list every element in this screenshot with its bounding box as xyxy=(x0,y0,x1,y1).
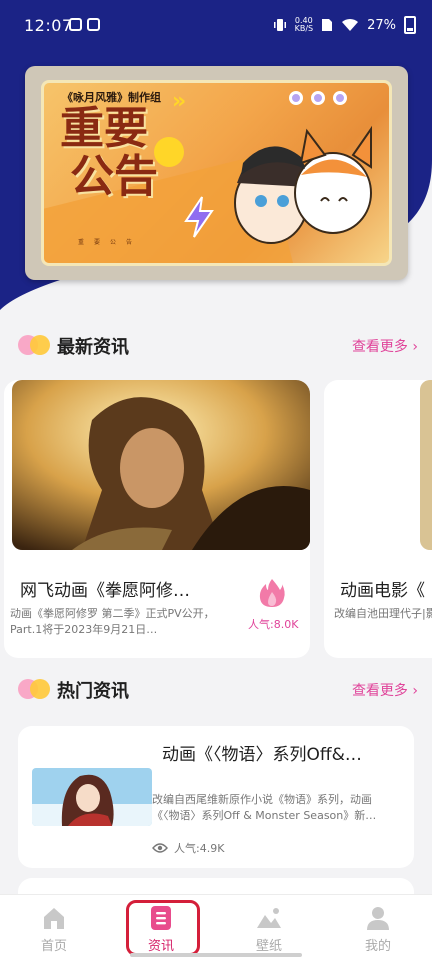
net-speed: 0.40 KB/S xyxy=(295,17,314,33)
section-title: 热门资讯 xyxy=(57,681,129,702)
status-bar: 12:07 0.40 KB/S 27% xyxy=(0,0,432,50)
anime-thumbnail-image xyxy=(32,768,152,826)
news-card-title: 动画电影《 xyxy=(340,581,425,601)
tab-wallpaper[interactable]: 壁纸 xyxy=(234,905,304,954)
hot-news-title: 动画《〈物语〉系列Off&… xyxy=(162,745,362,765)
battery-icon xyxy=(404,16,416,34)
app-screen: 12:07 0.40 KB/S 27% 《咏月风雅》制作组 » 重要 公告 重要… xyxy=(0,0,432,964)
tab-home-label: 首页 xyxy=(40,939,67,954)
banner-title: 重要 公告 xyxy=(60,105,158,201)
banner-artwork: 《咏月风雅》制作组 » 重要 公告 重要公告 xyxy=(41,80,392,266)
announcement-banner[interactable]: 《咏月风雅》制作组 » 重要 公告 重要公告 xyxy=(25,66,408,280)
status-time: 12:07 xyxy=(24,16,73,35)
news-card-desc: 动画《拳愿阿修罗 第二季》正式PV公开， Part.1将于2023年9月21日… xyxy=(10,607,215,636)
latest-see-more-link[interactable]: 查看更多 xyxy=(352,336,418,356)
tab-wallpaper-label: 壁纸 xyxy=(255,939,282,954)
banner-title-line1: 重要 xyxy=(60,103,148,154)
hot-news-views-count: 人气:4.9K xyxy=(174,842,225,855)
hot-news-header: 热门资讯 查看更多 xyxy=(18,674,418,704)
news-card[interactable]: 动画电影《 改编自池田理代子|影《凡尔赛玫瑰》将 xyxy=(324,380,432,658)
hot-news-thumbnail xyxy=(32,768,152,826)
wallpaper-icon xyxy=(257,908,281,928)
news-card-image xyxy=(420,380,432,550)
battery-percent: 27% xyxy=(367,17,396,33)
vibrate-icon xyxy=(273,19,286,31)
hot-news-desc: 改编自西尾维新原作小说《物语》系列，动画《〈物语〉系列Off & Monster… xyxy=(152,793,377,822)
banner-title-line2: 公告 xyxy=(70,151,158,202)
sim-icon xyxy=(322,19,333,31)
news-card-title: 网飞动画《拳愿阿修… xyxy=(20,581,190,601)
profile-icon xyxy=(367,907,389,930)
popularity-indicator: 人气:8.0K xyxy=(248,578,299,632)
news-card-desc: 改编自池田理代子|影《凡尔赛玫瑰》将 xyxy=(334,607,432,620)
double-arrow-icon: » xyxy=(172,89,187,114)
mail-app-icon xyxy=(87,18,100,31)
section-title: 最新资讯 xyxy=(57,337,129,358)
section-dots-icon xyxy=(18,679,52,699)
flame-icon xyxy=(259,579,285,607)
mascot-characters xyxy=(234,125,372,244)
hot-see-more-link[interactable]: 查看更多 xyxy=(352,680,418,700)
net-speed-unit: KB/S xyxy=(294,24,314,33)
news-card[interactable]: 网飞动画《拳愿阿修… 动画《拳愿阿修罗 第二季》正式PV公开， Part.1将于… xyxy=(4,380,310,658)
banner-dots xyxy=(289,91,347,105)
home-icon xyxy=(44,908,64,929)
lightning-icon xyxy=(184,196,214,238)
status-right: 0.40 KB/S 27% xyxy=(273,16,416,34)
tab-profile[interactable]: 我的 xyxy=(343,905,413,954)
hot-news-item[interactable]: 动画《〈物语〉系列Off&… 改编自西尾维新原作小说《物语》系列，动画《〈物语〉… xyxy=(18,726,414,868)
popularity-count: 人气:8.0K xyxy=(248,618,299,631)
banner-subtitle: 重要公告 xyxy=(78,239,143,246)
hot-news-views: 人气:4.9K xyxy=(152,840,224,856)
anime-still-image xyxy=(420,380,432,550)
sun-decoration xyxy=(154,137,184,167)
tab-home[interactable]: 首页 xyxy=(19,905,89,954)
section-dots-icon xyxy=(18,335,52,355)
wifi-icon xyxy=(342,18,359,31)
latest-news-header: 最新资讯 查看更多 xyxy=(18,330,418,360)
tab-profile-label: 我的 xyxy=(364,939,391,954)
media-app-icon xyxy=(69,18,82,31)
active-tab-highlight xyxy=(126,900,200,956)
news-card-image xyxy=(12,380,310,550)
anime-still-image xyxy=(12,380,310,550)
eye-icon xyxy=(152,843,168,853)
home-indicator[interactable] xyxy=(130,953,302,957)
